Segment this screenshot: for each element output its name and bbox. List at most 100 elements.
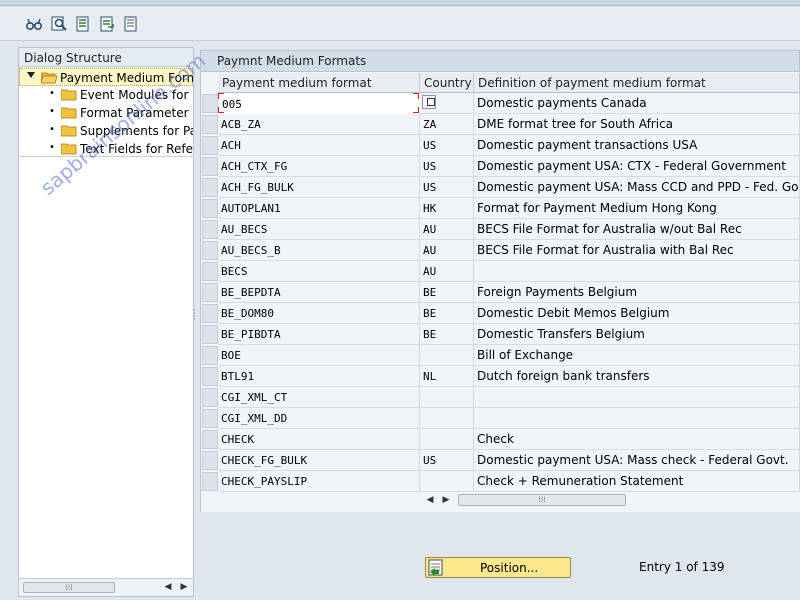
cell-payment-medium-format: BECS bbox=[218, 261, 420, 282]
tree-node-label: Event Modules for Payment Medium Formats bbox=[80, 88, 193, 102]
table-row[interactable]: AUTOPLAN1 HK Format for Payment Medium Hon… bbox=[200, 198, 800, 219]
scroll-right-icon[interactable]: ▶ bbox=[178, 581, 190, 594]
tree-node-format-parameter[interactable]: • Format Parameter Reference bbox=[19, 104, 193, 122]
application-toolbar bbox=[0, 7, 800, 41]
row-selector[interactable] bbox=[202, 115, 218, 134]
table-row[interactable]: BE_PIBDTA BE Domestic Transfers Belgium bbox=[200, 324, 800, 345]
scroll-left-icon[interactable]: ◀ bbox=[424, 494, 436, 507]
table-row[interactable]: ACH_CTX_FG US Domestic payment USA: CTX - … bbox=[200, 156, 800, 177]
table-row[interactable]: BE_BEPDTA BE Foreign Payments Belgium bbox=[200, 282, 800, 303]
table-row[interactable]: ACH_FG_BULK US Domestic payment USA: Mass … bbox=[200, 177, 800, 198]
deselect-all-icon[interactable] bbox=[122, 15, 140, 33]
table-row[interactable]: AU_BECS_B AU BECS File Format for Australi… bbox=[200, 240, 800, 261]
table-row[interactable]: BOE Bill of Exchange bbox=[200, 345, 800, 366]
table-row[interactable]: 005 Domestic payments Canada bbox=[200, 93, 800, 114]
table-row[interactable]: ACB_ZA ZA DME format tree for South Africa bbox=[200, 114, 800, 135]
table-row[interactable]: AU_BECS AU BECS File Format for Australia … bbox=[200, 219, 800, 240]
scroll-right-icon[interactable]: ▶ bbox=[440, 494, 452, 507]
scrollbar-thumb[interactable]: ⁞⁞⁞ bbox=[458, 494, 626, 506]
row-selector[interactable] bbox=[202, 346, 218, 365]
table-row[interactable]: CGI_XML_DD bbox=[200, 408, 800, 429]
row-selector[interactable] bbox=[202, 94, 218, 113]
table-row[interactable]: CHECK_FG_BULK US Domestic payment USA: Mas… bbox=[200, 450, 800, 471]
position-button[interactable]: Position... bbox=[425, 557, 571, 578]
cell-definition: Domestic payment transactions USA bbox=[474, 135, 800, 156]
row-selector[interactable] bbox=[202, 157, 218, 176]
cell-definition: Bill of Exchange bbox=[474, 345, 800, 366]
column-header-country[interactable]: Country bbox=[420, 73, 474, 93]
position-button-label: Position... bbox=[480, 561, 539, 575]
cell-country bbox=[420, 345, 474, 366]
cell-country: BE bbox=[420, 282, 474, 303]
table-row[interactable]: CGI_XML_CT bbox=[200, 387, 800, 408]
row-selector[interactable] bbox=[202, 325, 218, 344]
cell-payment-medium-format: ACH bbox=[218, 135, 420, 156]
cell-country: AU bbox=[420, 240, 474, 261]
table-row[interactable]: BE_DOM80 BE Domestic Debit Memos Belgium bbox=[200, 303, 800, 324]
focus-marker bbox=[218, 107, 224, 113]
row-selector[interactable] bbox=[202, 283, 218, 302]
cell-definition: Format for Payment Medium Hong Kong bbox=[474, 198, 800, 219]
table-horizontal-scrollbar[interactable]: ◀ ▶ ⁞⁞⁞ bbox=[418, 492, 800, 508]
row-selector[interactable] bbox=[202, 451, 218, 470]
table-row[interactable]: BTL91 NL Dutch foreign bank transfers bbox=[200, 366, 800, 387]
cell-definition: Check bbox=[474, 429, 800, 450]
table-row[interactable]: CHECK_PAYSLIP Check + Remuneration Statem… bbox=[200, 471, 800, 492]
cell-payment-medium-format[interactable]: 005 bbox=[218, 93, 420, 114]
cell-payment-medium-format: CHECK_FG_BULK bbox=[218, 450, 420, 471]
glasses-icon[interactable] bbox=[25, 15, 43, 33]
row-selector[interactable] bbox=[202, 409, 218, 428]
tree-node-label: Supplements for Payment Medium Formats bbox=[80, 124, 193, 138]
row-selector[interactable] bbox=[202, 472, 218, 491]
dialog-structure-header: Dialog Structure bbox=[19, 48, 193, 67]
cell-payment-medium-format: CGI_XML_DD bbox=[218, 408, 420, 429]
cell-country bbox=[420, 387, 474, 408]
table-row[interactable]: CHECK Check bbox=[200, 429, 800, 450]
row-selector[interactable] bbox=[202, 367, 218, 386]
open-folder-icon bbox=[40, 72, 58, 84]
table-title: Paymnt Medium Formats bbox=[200, 50, 800, 72]
splitter-handle[interactable]: · · · · bbox=[193, 307, 197, 325]
cell-country bbox=[420, 408, 474, 429]
scrollbar-thumb[interactable]: ⁞⁞⁞ bbox=[23, 582, 115, 593]
expand-collapse-icon[interactable] bbox=[27, 72, 35, 78]
column-header-definition[interactable]: Definition of payment medium format bbox=[474, 73, 800, 93]
divider bbox=[19, 156, 193, 157]
select-all-icon[interactable] bbox=[74, 15, 92, 33]
cell-definition bbox=[474, 387, 800, 408]
tree-node-supplements[interactable]: • Supplements for Payment Medium Formats bbox=[19, 122, 193, 140]
cell-definition bbox=[474, 261, 800, 282]
cell-payment-medium-format: BE_BEPDTA bbox=[218, 282, 420, 303]
select-block-icon[interactable] bbox=[98, 15, 116, 33]
cell-definition: Domestic payments Canada bbox=[474, 93, 800, 114]
cell-payment-medium-format: AUTOPLAN1 bbox=[218, 198, 420, 219]
row-selector[interactable] bbox=[202, 430, 218, 449]
row-selector[interactable] bbox=[202, 262, 218, 281]
value-help-icon[interactable] bbox=[422, 95, 436, 109]
folder-icon bbox=[60, 89, 77, 101]
row-selector[interactable] bbox=[202, 220, 218, 239]
row-selector[interactable] bbox=[202, 241, 218, 260]
tree-node-event-modules[interactable]: • Event Modules for Payment Medium Forma… bbox=[19, 86, 193, 104]
scroll-left-icon[interactable]: ◀ bbox=[162, 581, 174, 594]
focus-marker bbox=[413, 107, 419, 113]
cell-definition: Domestic payment USA: Mass CCD and PPD -… bbox=[474, 177, 800, 198]
horizontal-scrollbar[interactable]: ⁞⁞⁞ ◀ ▶ bbox=[19, 578, 193, 596]
row-selector[interactable] bbox=[202, 304, 218, 323]
row-selector[interactable] bbox=[202, 136, 218, 155]
cell-country: HK bbox=[420, 198, 474, 219]
table-row[interactable]: ACH US Domestic payment transactions USA bbox=[200, 135, 800, 156]
row-selector[interactable] bbox=[202, 388, 218, 407]
cell-country bbox=[420, 429, 474, 450]
cell-definition: BECS File Format for Australia with Bal … bbox=[474, 240, 800, 261]
tree-node-payment-medium-formats[interactable]: Payment Medium Formats bbox=[19, 68, 193, 86]
cell-definition: BECS File Format for Australia w/out Bal… bbox=[474, 219, 800, 240]
find-icon[interactable] bbox=[50, 15, 68, 33]
row-selector[interactable] bbox=[202, 199, 218, 218]
table-row[interactable]: BECS AU bbox=[200, 261, 800, 282]
column-header-format[interactable]: Payment medium format bbox=[218, 73, 420, 93]
cell-payment-medium-format: AU_BECS_B bbox=[218, 240, 420, 261]
cell-definition: Domestic payment USA: Mass check - Feder… bbox=[474, 450, 800, 471]
row-selector[interactable] bbox=[202, 178, 218, 197]
cell-country: BE bbox=[420, 324, 474, 345]
